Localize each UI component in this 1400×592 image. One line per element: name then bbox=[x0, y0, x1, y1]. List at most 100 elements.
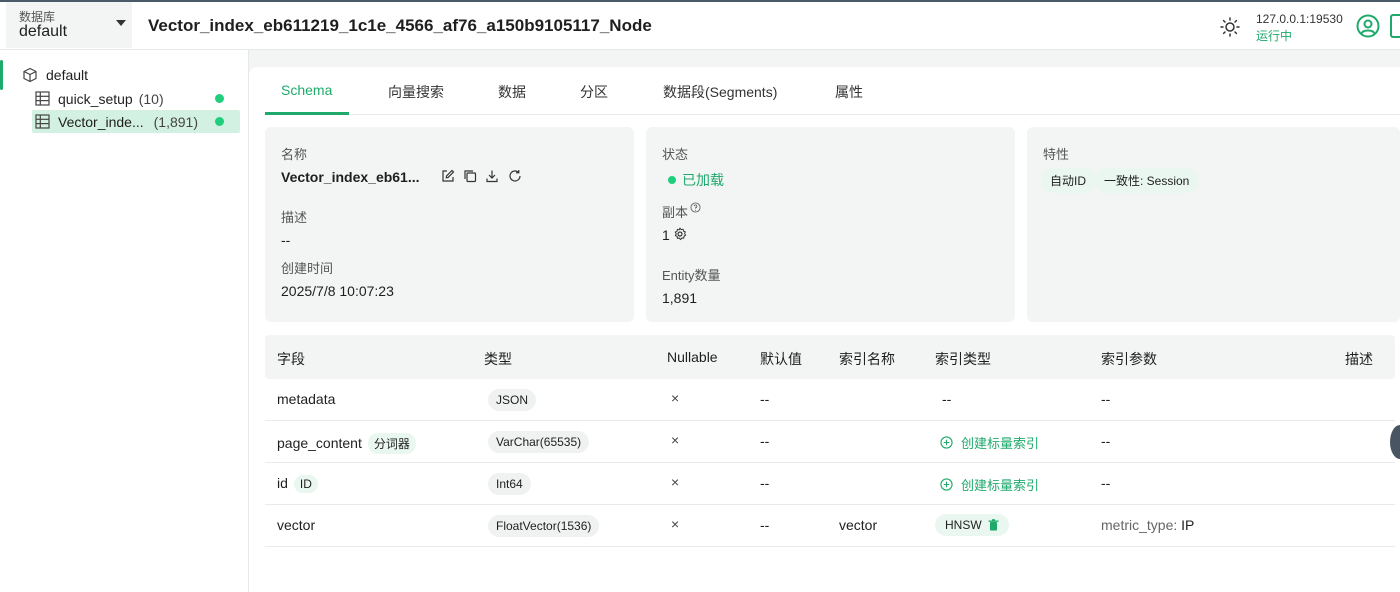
collection-name: quick_setup bbox=[58, 90, 133, 107]
active-tab-indicator bbox=[265, 112, 349, 115]
table-header: 字段 类型 Nullable 默认值 索引名称 索引类型 索引参数 描述 bbox=[265, 335, 1395, 379]
field-name: page_content bbox=[277, 435, 362, 451]
gear-icon[interactable] bbox=[673, 227, 687, 241]
index-name: vector bbox=[839, 517, 878, 533]
create-scalar-index-button[interactable]: 创建标量索引 bbox=[940, 475, 1039, 494]
table-row: vector FloatVector(1536) × -- vector HNS… bbox=[265, 505, 1395, 547]
column-header: 描述 bbox=[1345, 351, 1373, 367]
replica-label: 副本 bbox=[662, 205, 689, 220]
sidebar: default quick_setup (10) Vector_inde... … bbox=[0, 50, 249, 592]
column-header: 索引名称 bbox=[839, 351, 895, 367]
collection-name: Vector_inde... bbox=[58, 113, 144, 130]
theme-toggle-icon[interactable] bbox=[1220, 17, 1240, 37]
collection-count: (10) bbox=[138, 90, 164, 107]
tab-vector-search[interactable]: 向量搜索 bbox=[388, 82, 444, 102]
tab-partitions[interactable]: 分区 bbox=[580, 82, 608, 102]
server-status: 运行中 bbox=[1256, 29, 1293, 43]
edit-icon[interactable] bbox=[441, 169, 455, 183]
table-row: metadata JSON × -- -- -- bbox=[265, 379, 1395, 421]
database-select-value: default bbox=[19, 23, 68, 40]
index-params-cell: metric_type: IP bbox=[1101, 517, 1194, 533]
loaded-status-dot bbox=[215, 117, 224, 126]
sidebar-handle[interactable] bbox=[0, 60, 3, 90]
help-icon[interactable] bbox=[690, 202, 701, 213]
created-time-value: 2025/7/8 10:07:23 bbox=[281, 283, 394, 299]
collection-name-value: Vector_index_eb61... bbox=[281, 169, 420, 185]
refresh-icon[interactable] bbox=[508, 169, 522, 183]
create-scalar-index-button[interactable]: 创建标量索引 bbox=[940, 433, 1039, 452]
download-icon[interactable] bbox=[485, 169, 499, 183]
created-time-label: 创建时间 bbox=[281, 261, 334, 276]
tree-database-default[interactable]: default bbox=[22, 67, 88, 83]
nullable-value: × bbox=[671, 474, 680, 490]
collection-count: (1,891) bbox=[153, 113, 198, 130]
main-panel: Schema 向量搜索 数据 分区 数据段(Segments) 属性 名称 Ve… bbox=[249, 67, 1400, 592]
field-type: VarChar(65535) bbox=[488, 431, 590, 453]
logout-icon[interactable] bbox=[1390, 14, 1400, 38]
column-header: 索引参数 bbox=[1101, 351, 1157, 367]
database-cube-icon bbox=[23, 67, 37, 83]
index-param-key: metric_type: bbox=[1101, 517, 1178, 533]
user-icon[interactable] bbox=[1356, 14, 1380, 38]
nullable-value: × bbox=[671, 432, 680, 448]
table-icon bbox=[35, 91, 50, 106]
column-header: 字段 bbox=[277, 351, 305, 367]
description-label: 描述 bbox=[281, 210, 308, 225]
tree-collection-quick-setup[interactable]: quick_setup (10) bbox=[32, 87, 240, 110]
table-row: id ID Int64 × -- 创建标量索引 -- bbox=[265, 463, 1395, 505]
entity-count-label: Entity数量 bbox=[662, 268, 721, 283]
field-name-cell: id ID bbox=[277, 475, 318, 493]
index-type: -- bbox=[942, 391, 952, 407]
field-name: id bbox=[277, 475, 288, 491]
tree-database-label: default bbox=[46, 67, 89, 83]
default-value: -- bbox=[760, 391, 770, 407]
default-value: -- bbox=[760, 475, 770, 491]
features-label: 特性 bbox=[1043, 147, 1070, 162]
server-address: 127.0.0.1:19530 bbox=[1256, 12, 1343, 26]
create-scalar-index-label: 创建标量索引 bbox=[961, 478, 1040, 493]
nullable-value: × bbox=[671, 516, 680, 532]
field-name: metadata bbox=[277, 391, 336, 407]
top-bar: 数据库 default Vector_index_eb611219_1c1e_4… bbox=[0, 0, 1400, 50]
index-type-label: HNSW bbox=[945, 518, 982, 532]
collection-info-card: 名称 Vector_index_eb61... 描述 -- 创建时间 2025/… bbox=[265, 127, 634, 322]
index-param-value: IP bbox=[1181, 517, 1195, 533]
loaded-status-dot bbox=[668, 176, 676, 184]
entity-count-value: 1,891 bbox=[662, 290, 698, 306]
plus-circle-icon bbox=[940, 478, 953, 491]
loaded-status-text: 已加载 bbox=[682, 172, 724, 188]
column-header: 类型 bbox=[484, 351, 512, 367]
tab-bar: Schema 向量搜索 数据 分区 数据段(Segments) 属性 bbox=[265, 67, 1400, 115]
loaded-status-dot bbox=[215, 94, 224, 103]
table-row: page_content 分词器 VarChar(65535) × -- 创建标量… bbox=[265, 421, 1395, 463]
tab-data[interactable]: 数据 bbox=[498, 82, 526, 102]
plus-circle-icon bbox=[940, 436, 953, 449]
column-header: 索引类型 bbox=[935, 351, 991, 367]
tab-properties[interactable]: 属性 bbox=[835, 82, 863, 102]
database-select[interactable]: 数据库 default bbox=[6, 2, 132, 48]
index-params: -- bbox=[1101, 475, 1111, 491]
loaded-status: 已加载 bbox=[668, 170, 724, 190]
field-name: vector bbox=[277, 517, 316, 533]
nullable-value: × bbox=[671, 390, 680, 406]
index-type-tag[interactable]: HNSW bbox=[935, 514, 1009, 536]
default-value: -- bbox=[760, 433, 770, 449]
trash-icon[interactable] bbox=[988, 519, 999, 531]
field-type: JSON bbox=[488, 389, 537, 411]
tab-segments[interactable]: 数据段(Segments) bbox=[663, 82, 777, 102]
collection-title: Vector_index_eb611219_1c1e_4566_af76_a15… bbox=[148, 16, 652, 35]
tree-collection-vector-index[interactable]: Vector_inde... (1,891) bbox=[32, 110, 240, 133]
feature-autoid-tag: 自动ID bbox=[1041, 168, 1096, 193]
replica-value: 1 bbox=[662, 227, 670, 243]
create-scalar-index-label: 创建标量索引 bbox=[961, 436, 1040, 451]
column-header: 默认值 bbox=[760, 351, 802, 367]
tab-schema[interactable]: Schema bbox=[281, 82, 332, 98]
primary-key-tag: ID bbox=[293, 475, 318, 493]
description-value: -- bbox=[281, 232, 291, 248]
features-info-card: 特性 自动ID 一致性: Session bbox=[1027, 127, 1400, 322]
index-params: -- bbox=[1101, 433, 1111, 449]
status-label: 状态 bbox=[662, 147, 689, 162]
copy-icon[interactable] bbox=[463, 169, 477, 183]
analyzer-tag: 分词器 bbox=[367, 433, 416, 454]
field-type: Int64 bbox=[488, 473, 531, 495]
